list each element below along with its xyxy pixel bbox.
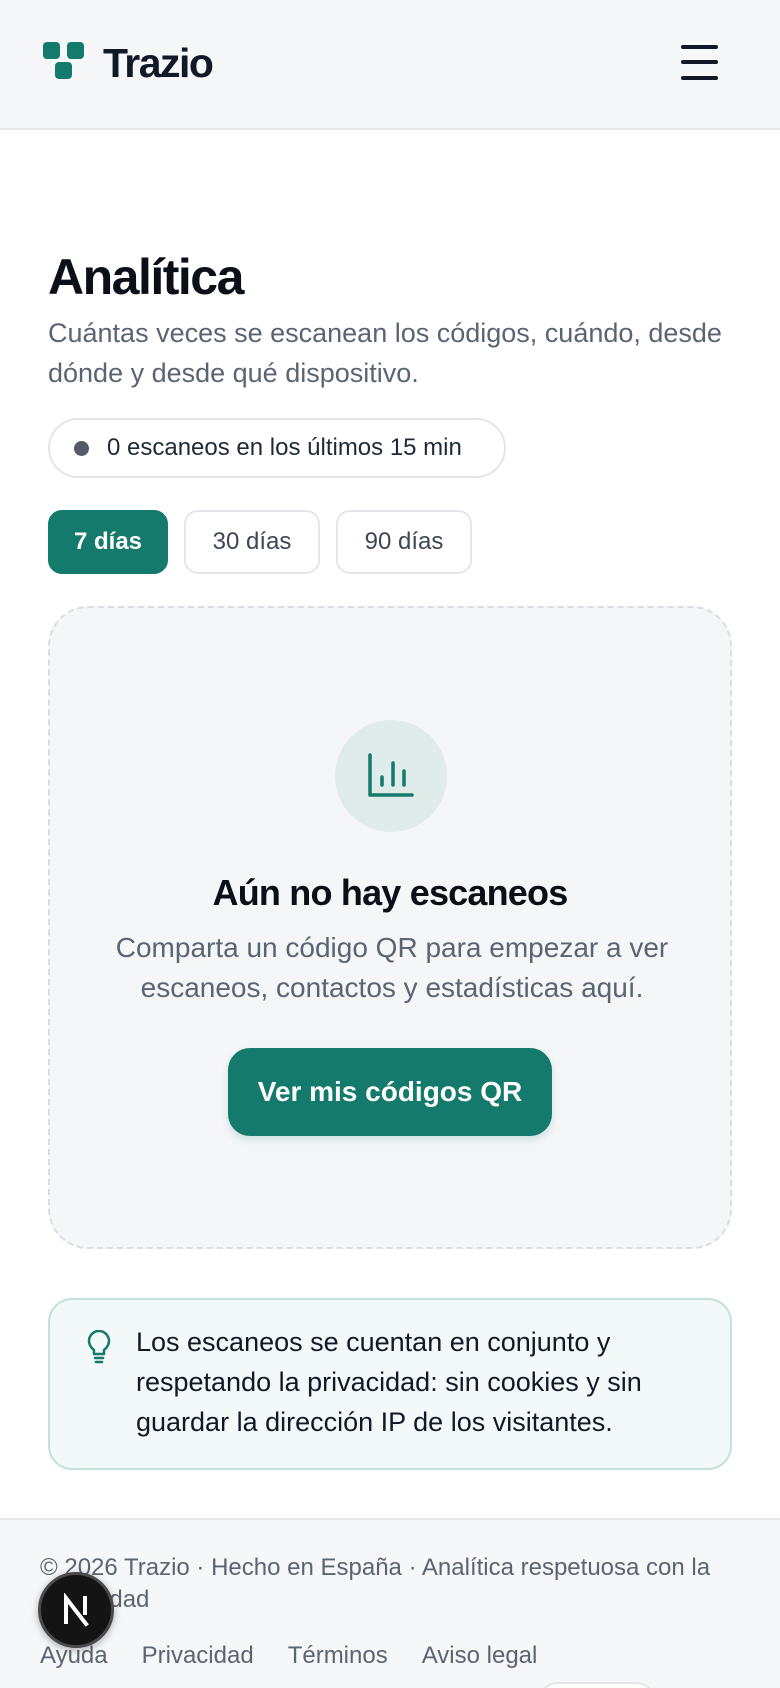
bar-chart-icon (335, 720, 447, 832)
page-title: Analítica (48, 249, 244, 305)
footer-link-legal-notice[interactable]: Aviso legal (422, 1642, 538, 1670)
footer-copyright: © 2026 Trazio · Hecho en España · Analít… (40, 1554, 711, 1613)
tab-90-days[interactable]: 90 días (336, 510, 472, 574)
empty-state-card: Aún no hay escaneos Comparta un código Q… (48, 606, 732, 1249)
brand-name[interactable]: Trazio (103, 40, 214, 87)
footer-link-privacy[interactable]: Privacidad (142, 1642, 254, 1670)
status-dot-icon (74, 440, 89, 456)
trazio-logo-icon[interactable] (43, 42, 85, 84)
empty-state-description: Comparta un código QR para empezar a ver… (115, 932, 669, 1003)
live-scans-text: 0 escaneos en los últimos 15 min (107, 434, 462, 461)
lightbulb-icon (87, 1330, 111, 1364)
view-qr-codes-button[interactable]: Ver mis códigos QR (228, 1048, 552, 1136)
nextjs-logo-icon[interactable] (38, 1572, 114, 1648)
range-tabs: 7 días 30 días 90 días (48, 510, 472, 574)
top-bar: Trazio (0, 0, 780, 130)
empty-state-title: Aún no hay escaneos (212, 872, 569, 913)
tab-30-days[interactable]: 30 días (184, 510, 320, 574)
live-scans-status: 0 escaneos en los últimos 15 min (48, 418, 506, 478)
privacy-info-text: Los escaneos se cuentan en conjunto y re… (136, 1327, 642, 1437)
page-subtitle: Cuántas veces se escanean los códigos, c… (48, 318, 722, 388)
footer-links: Ayuda Privacidad Términos Aviso legal (40, 1642, 537, 1670)
footer: © 2026 Trazio · Hecho en España · Analít… (0, 1518, 780, 1688)
hamburger-menu-icon[interactable] (676, 43, 724, 83)
footer-control[interactable] (538, 1682, 656, 1688)
tab-7-days[interactable]: 7 días (48, 510, 168, 574)
footer-link-terms[interactable]: Términos (288, 1642, 388, 1670)
privacy-info-box: Los escaneos se cuentan en conjunto y re… (48, 1298, 732, 1470)
